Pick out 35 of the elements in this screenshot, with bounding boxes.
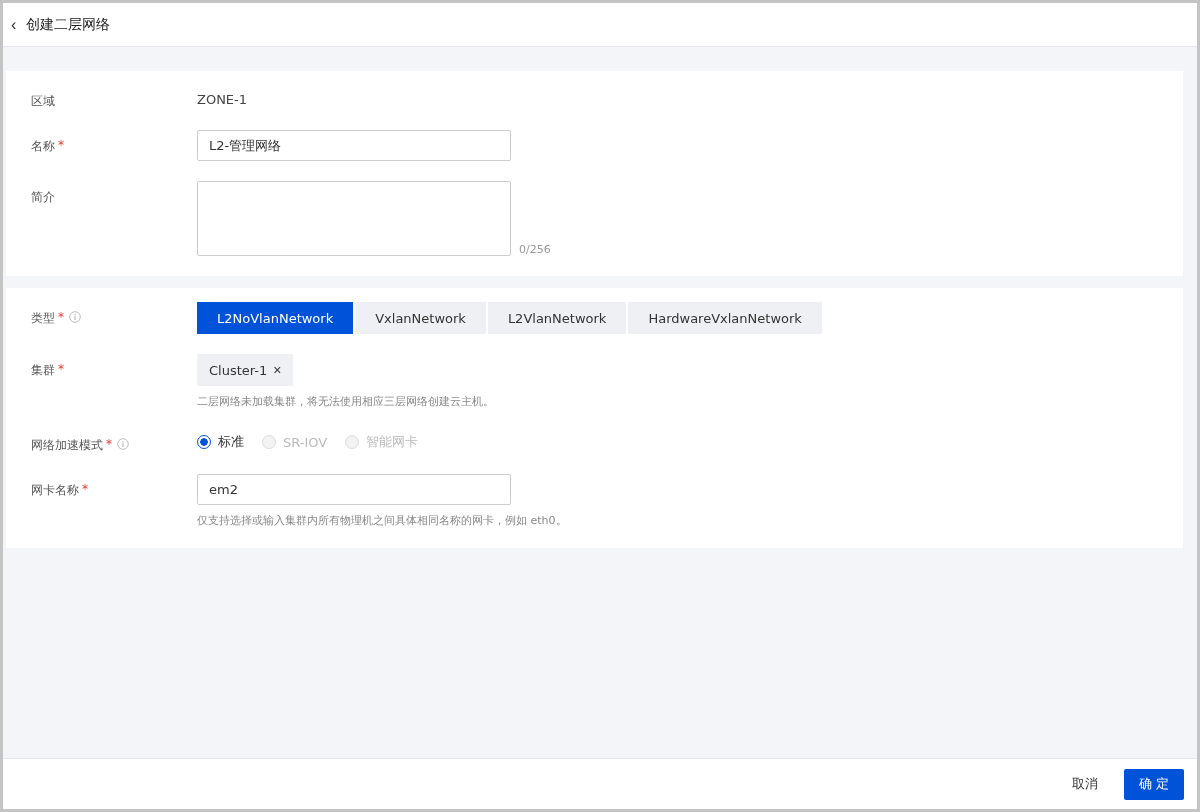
required-mark: * [106,437,112,451]
tag-label: Cluster-1 [209,362,268,378]
help-text: 二层网络未加载集群，将无法使用相应三层网络创建云主机。 [197,394,494,409]
required-mark: * [58,310,64,324]
confirm-button[interactable]: 确 定 [1124,768,1184,800]
required-mark: * [82,482,88,496]
required-mark: * [58,362,64,376]
help-text: 仅支持选择或输入集群内所有物理机之间具体相同名称的网卡，例如 eth0。 [197,513,567,528]
type-tab[interactable]: L2VlanNetwork [487,302,627,334]
zone-value: ZONE-1 [197,91,248,107]
input-field[interactable]: em2 [197,474,511,505]
radio-button[interactable] [197,435,211,449]
description-field[interactable] [197,181,511,256]
type-tab[interactable]: VxlanNetwork [355,302,486,334]
field-label: 区域 [31,93,55,110]
back-button[interactable]: ‹ [9,15,19,34]
input-field[interactable]: L2-管理网络 [197,130,511,161]
field-label: 简介 [31,189,55,206]
field-label: 网络加速模式 [31,437,103,454]
radio-label: 智能网卡 [366,433,419,451]
cancel-button[interactable]: 取消 [1066,774,1104,794]
type-tab[interactable]: HardwareVxlanNetwork [628,302,822,334]
required-mark: * [58,138,64,152]
page-title: 创建二层网络 [26,15,111,34]
info-icon[interactable] [117,438,129,450]
character-counter: 0/256 [519,243,551,256]
close-button[interactable]: × [273,362,282,378]
field-label: 集群 [31,362,55,379]
radio-label: SR-IOV [283,434,328,450]
field-label: 名称 [31,138,55,155]
info-icon[interactable] [69,311,81,323]
field-label: 网卡名称 [31,482,79,499]
field-label: 类型 [31,310,55,327]
radio-label: 标准 [218,433,244,451]
type-tab[interactable]: L2NoVlanNetwork [197,302,354,334]
